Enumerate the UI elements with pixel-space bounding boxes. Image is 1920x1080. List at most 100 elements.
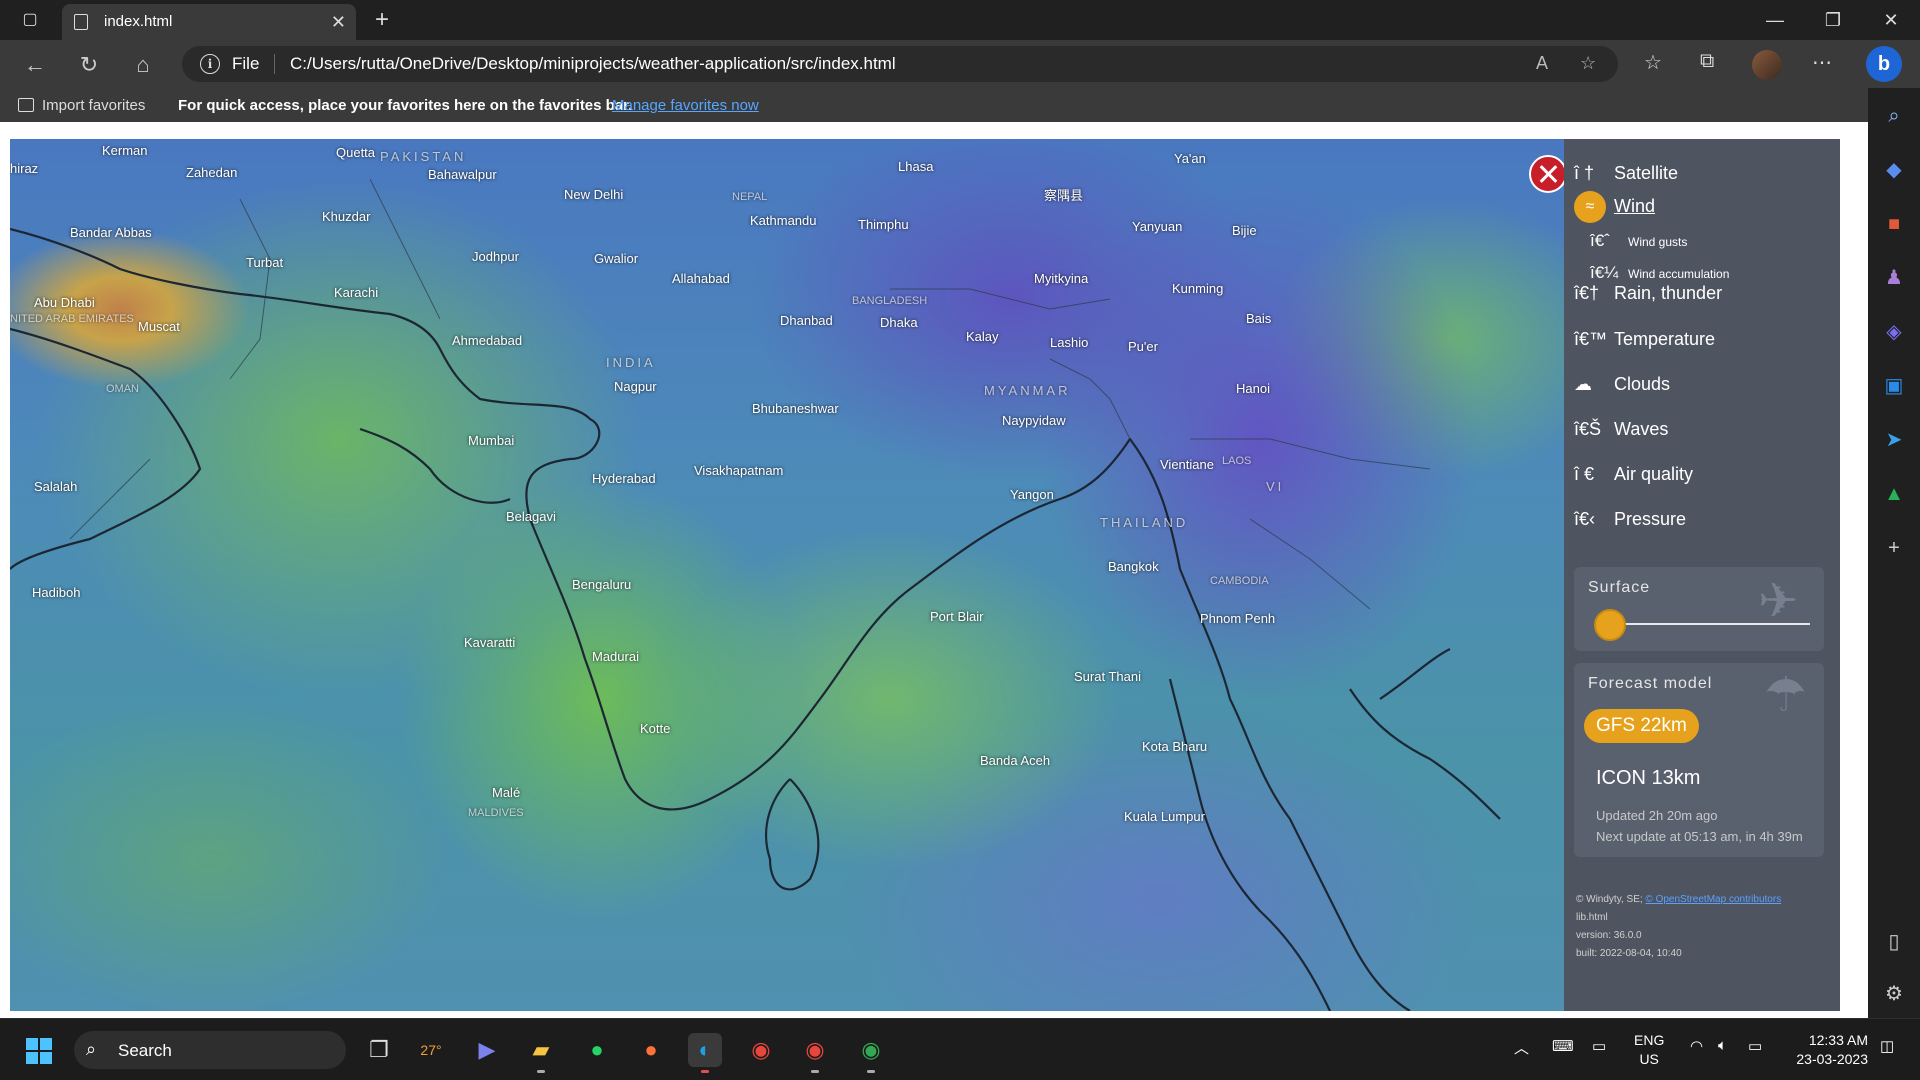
city-label: Mumbai bbox=[468, 433, 515, 448]
search-icon[interactable]: ⌕ bbox=[1880, 102, 1908, 130]
refresh-button[interactable]: ↻ bbox=[74, 50, 104, 80]
chrome-icon[interactable]: ◉ bbox=[744, 1033, 778, 1067]
display-icon[interactable]: ▭ bbox=[1592, 1037, 1606, 1055]
tree-icon[interactable]: ▲ bbox=[1880, 480, 1908, 508]
more-menu-icon[interactable]: ⋯ bbox=[1812, 50, 1832, 75]
menu-item-air-quality[interactable]: î € Air quality bbox=[1574, 464, 1693, 485]
altitude-slider-track[interactable] bbox=[1614, 623, 1810, 625]
city-label: Kota Bharu bbox=[1142, 739, 1208, 754]
task-view-icon[interactable]: ❐ bbox=[362, 1033, 396, 1067]
games-icon[interactable]: ♟ bbox=[1880, 264, 1908, 292]
version-text: version: 36.0.0 bbox=[1576, 930, 1642, 941]
page-viewport: Kerman hiraz Zahedan Quetta Bahawalpur B… bbox=[0, 122, 1868, 1018]
tab-actions-icon[interactable]: ▢ bbox=[14, 8, 46, 32]
city-label: Ahmedabad bbox=[452, 333, 523, 348]
map-close-button[interactable] bbox=[1529, 155, 1564, 193]
country-label: THAILAND bbox=[1100, 515, 1189, 530]
search-icon: ⌕ bbox=[86, 1039, 97, 1059]
notification-icon[interactable]: ◫ bbox=[1880, 1037, 1894, 1055]
keyboard-icon[interactable]: ⌨ bbox=[1552, 1037, 1574, 1055]
info-icon[interactable]: i bbox=[200, 54, 220, 74]
city-label: Turbat bbox=[246, 255, 284, 270]
osm-link[interactable]: © OpenStreetMap contributors bbox=[1645, 894, 1781, 905]
menu-item-label: Wind bbox=[1614, 195, 1656, 216]
volume-icon[interactable]: 🔈︎ bbox=[1718, 1037, 1727, 1054]
tools-icon[interactable]: ■ bbox=[1880, 210, 1908, 238]
menu-item-clouds[interactable]: ☁ Clouds bbox=[1574, 374, 1670, 395]
maximize-button[interactable]: ❐ bbox=[1810, 6, 1856, 34]
home-button[interactable]: ⌂ bbox=[128, 50, 158, 80]
chrome-profile-icon[interactable]: ◉ bbox=[798, 1033, 832, 1073]
country-label: LAOS bbox=[1222, 455, 1252, 467]
model-icon-button[interactable]: ICON 13km bbox=[1596, 767, 1700, 790]
city-label: hiraz bbox=[10, 161, 39, 176]
back-button[interactable]: ← bbox=[20, 50, 50, 80]
firefox-icon[interactable]: ● bbox=[634, 1033, 668, 1067]
city-label: Bijie bbox=[1232, 223, 1257, 238]
language-indicator[interactable]: ENG US bbox=[1634, 1031, 1664, 1069]
document-icon bbox=[74, 14, 88, 30]
menu-item-pressure[interactable]: î€‹ Pressure bbox=[1574, 509, 1686, 530]
tab-close-icon[interactable]: ✕ bbox=[331, 12, 346, 33]
hide-sidebar-icon[interactable]: ▯ bbox=[1880, 928, 1908, 956]
new-tab-button[interactable]: + bbox=[368, 6, 396, 34]
import-favorites-button[interactable]: Import favorites bbox=[18, 97, 145, 114]
surface-card: Surface ✈ bbox=[1574, 567, 1824, 651]
menu-item-wind[interactable]: ≈ Wind bbox=[1574, 191, 1655, 223]
menu-item-satellite[interactable]: î † Satellite bbox=[1574, 163, 1678, 184]
office-icon[interactable]: ◈ bbox=[1880, 318, 1908, 346]
file-explorer-icon[interactable]: ▰ bbox=[524, 1033, 558, 1073]
city-label: Yanyuan bbox=[1132, 219, 1183, 234]
menu-item-waves[interactable]: î€Š Waves bbox=[1574, 419, 1668, 440]
minimize-button[interactable]: — bbox=[1752, 6, 1798, 34]
clock-date: 23-03-2023 bbox=[1796, 1051, 1868, 1067]
credits-prefix: © Windyty, SE; bbox=[1576, 894, 1643, 905]
update-info: Updated 2h 20m ago Next update at 05:13 … bbox=[1596, 805, 1803, 847]
lang-bottom: US bbox=[1639, 1051, 1659, 1067]
menu-item-label: Satellite bbox=[1614, 163, 1679, 183]
weather-map[interactable]: Kerman hiraz Zahedan Quetta Bahawalpur B… bbox=[10, 139, 1564, 1011]
pressure-icon: î€‹ bbox=[1574, 509, 1596, 529]
manage-favorites-link[interactable]: Manage favorites now bbox=[612, 97, 759, 114]
city-label: Malé bbox=[492, 785, 521, 800]
menu-item-wind-gusts[interactable]: î€ˆ Wind gusts bbox=[1590, 231, 1687, 251]
city-label: Visakhapatnam bbox=[694, 463, 784, 478]
altitude-slider-thumb[interactable] bbox=[1594, 609, 1626, 641]
address-bar[interactable]: i File C:/Users/rutta/OneDrive/Desktop/m… bbox=[182, 46, 1618, 82]
model-gfs-button[interactable]: GFS 22km bbox=[1584, 709, 1699, 743]
read-aloud-icon[interactable]: A bbox=[1536, 53, 1548, 74]
url-text[interactable]: C:/Users/rutta/OneDrive/Desktop/miniproj… bbox=[290, 54, 896, 74]
bing-icon[interactable]: b bbox=[1866, 46, 1902, 82]
favorites-icon[interactable]: ☆ bbox=[1644, 50, 1662, 75]
menu-item-wind-accumulation[interactable]: î€¼ Wind accumulation bbox=[1590, 263, 1729, 283]
tray-overflow-icon[interactable]: ︿ bbox=[1514, 1037, 1529, 1058]
settings-icon[interactable]: ⚙ bbox=[1880, 980, 1908, 1008]
collections-icon[interactable]: ⧉ bbox=[1700, 50, 1714, 73]
window-close-button[interactable]: ✕ bbox=[1868, 6, 1914, 34]
city-label: Phnom Penh bbox=[1200, 611, 1276, 626]
city-label: Kavaratti bbox=[464, 635, 516, 650]
city-label: Karachi bbox=[334, 285, 379, 300]
taskbar-search[interactable]: ⌕ Search bbox=[74, 1031, 346, 1069]
menu-item-temperature[interactable]: î€™ Temperature bbox=[1574, 329, 1715, 350]
clock[interactable]: 12:33 AM 23-03-2023 bbox=[1784, 1031, 1868, 1069]
wifi-icon[interactable]: ◠ bbox=[1690, 1037, 1703, 1055]
whatsapp-icon[interactable]: ● bbox=[580, 1033, 614, 1067]
browser-tab[interactable]: index.html ✕ bbox=[62, 4, 356, 40]
battery-icon[interactable]: ▭ bbox=[1748, 1037, 1762, 1055]
edge-icon[interactable]: ◐ bbox=[688, 1033, 722, 1073]
tag-icon[interactable]: ◆ bbox=[1880, 156, 1908, 184]
navigation-bar: ← ↻ ⌂ i File C:/Users/rutta/OneDrive/Des… bbox=[0, 40, 1920, 88]
add-sidebar-icon[interactable]: + bbox=[1880, 534, 1908, 562]
weather-widget[interactable]: 27° bbox=[414, 1033, 448, 1067]
add-favorite-icon[interactable]: ☆ bbox=[1580, 53, 1596, 74]
profile-avatar[interactable] bbox=[1752, 50, 1782, 80]
city-label: Thimphu bbox=[858, 217, 909, 232]
chat-icon[interactable]: ▶ bbox=[470, 1033, 504, 1067]
menu-item-rain[interactable]: î€† Rain, thunder bbox=[1574, 283, 1722, 304]
tab-title: index.html bbox=[104, 13, 173, 30]
start-button[interactable] bbox=[26, 1038, 52, 1064]
chrome-dev-icon[interactable]: ◉ bbox=[854, 1033, 888, 1073]
outlook-icon[interactable]: ▣ bbox=[1880, 372, 1908, 400]
send-icon[interactable]: ➤ bbox=[1880, 426, 1908, 454]
